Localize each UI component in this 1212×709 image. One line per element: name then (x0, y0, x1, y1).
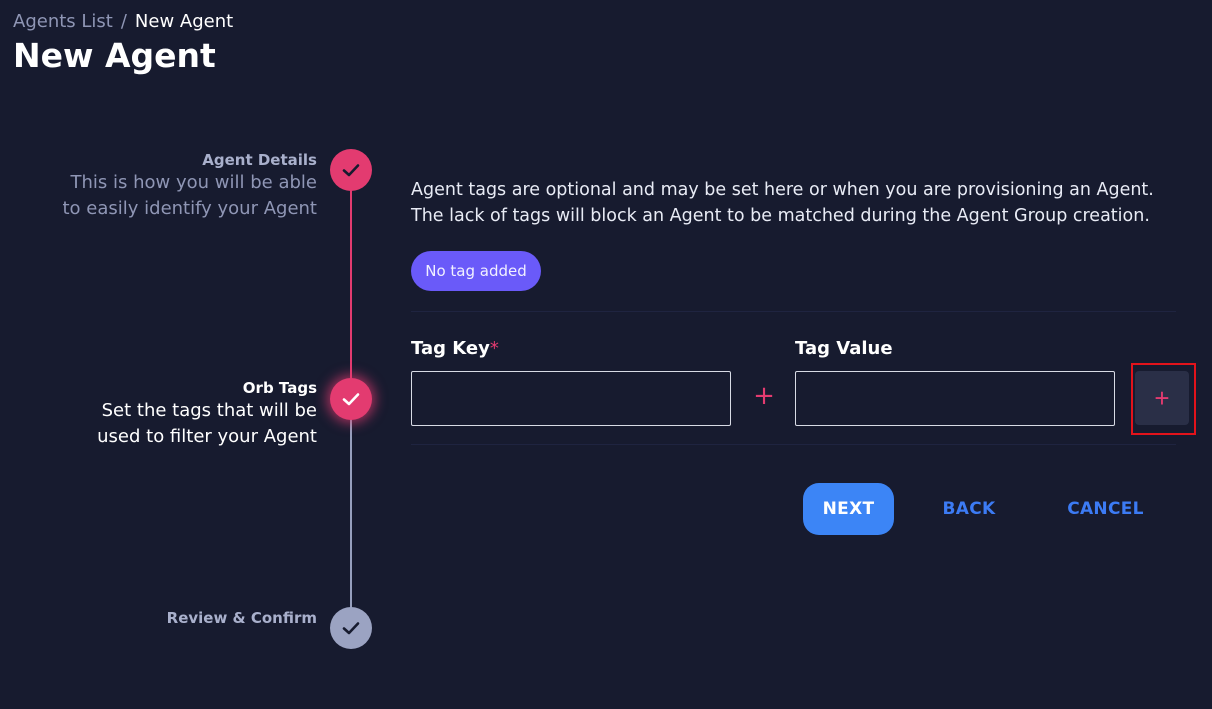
step-title: Agent Details (202, 151, 317, 169)
tag-value-input[interactable] (795, 371, 1115, 426)
stepper-line-completed (350, 175, 352, 399)
add-tag-button[interactable]: + (1135, 371, 1189, 425)
tag-key-label-text: Tag Key (411, 338, 490, 359)
step-title: Review & Confirm (166, 609, 317, 627)
step-orb-tags-check-icon[interactable] (330, 378, 372, 420)
tags-info-line: The lack of tags will block an Agent to … (411, 206, 1150, 226)
tag-key-input[interactable] (411, 371, 731, 426)
tags-info-text: Agent tags are optional and may be set h… (411, 177, 1154, 229)
step-agent-details[interactable]: Agent Details This is how you will be ab… (63, 150, 318, 222)
breadcrumb-agents-list-link[interactable]: Agents List (13, 11, 113, 32)
plus-icon: + (753, 381, 775, 411)
step-description-line: to easily identify your Agent (62, 198, 318, 219)
tag-key-label: Tag Key* (411, 337, 499, 361)
next-button[interactable]: NEXT (803, 483, 894, 535)
tag-value-label: Tag Value (795, 338, 893, 359)
tags-info-line: Agent tags are optional and may be set h… (411, 180, 1154, 200)
cancel-button[interactable]: CANCEL (1048, 483, 1163, 535)
divider (411, 311, 1176, 312)
step-review-confirm[interactable]: Review & Confirm (167, 608, 317, 628)
page-title: New Agent (13, 36, 216, 75)
required-mark: * (489, 338, 499, 359)
divider (411, 444, 1176, 445)
breadcrumb: Agents List / New Agent (13, 10, 233, 34)
step-orb-tags[interactable]: Orb Tags Set the tags that will be used … (97, 378, 317, 450)
step-review-confirm-check-icon[interactable] (330, 607, 372, 649)
plus-icon: + (1154, 383, 1170, 413)
step-title: Orb Tags (242, 379, 317, 397)
no-tag-badge: No tag added (411, 251, 541, 291)
back-button[interactable]: BACK (924, 483, 1014, 535)
step-description-line: used to filter your Agent (97, 426, 317, 447)
step-description-line: This is how you will be able (70, 172, 317, 193)
step-agent-details-check-icon[interactable] (330, 149, 372, 191)
stepper-line-pending (350, 400, 352, 628)
breadcrumb-separator: / (120, 11, 127, 32)
breadcrumb-current: New Agent (134, 11, 234, 32)
step-description-line: Set the tags that will be (101, 400, 317, 421)
